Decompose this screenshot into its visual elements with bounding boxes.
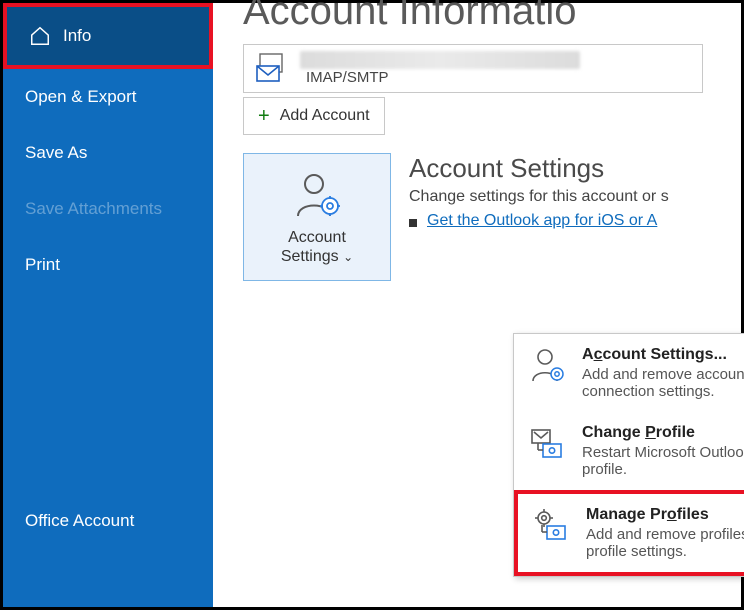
account-settings-dropdown: Account Settings... Add and remove accou… xyxy=(513,333,744,577)
settings-btn-text: Account Settings ⌄ xyxy=(281,228,353,266)
person-gear-icon xyxy=(528,346,568,386)
gear-profile-icon xyxy=(532,506,572,546)
sidebar-label: Info xyxy=(63,26,91,46)
sidebar-label: Print xyxy=(25,255,60,275)
account-selector[interactable]: IMAP/SMTP xyxy=(243,44,703,93)
sidebar-item-open-export[interactable]: Open & Export xyxy=(3,69,213,125)
page-title: Account Informatio xyxy=(243,0,741,34)
outlook-app-link[interactable]: Get the Outlook app for iOS or A xyxy=(427,212,657,230)
account-email-blurred xyxy=(300,51,580,69)
bullet-icon xyxy=(409,219,417,227)
dd-text: Manage Profiles Add and remove profiles … xyxy=(586,506,744,560)
sidebar-item-info[interactable]: Info xyxy=(3,3,213,69)
sidebar-label: Save As xyxy=(25,143,87,163)
add-account-label: Add Account xyxy=(280,107,370,125)
dd-change-profile[interactable]: Change Profile Restart Microsoft Outlook… xyxy=(514,412,744,490)
main-panel: Account Informatio IMAP/SMTP + Add Accou… xyxy=(213,3,741,607)
person-gear-icon xyxy=(290,168,344,222)
sidebar-item-save-attachments: Save Attachments xyxy=(3,181,213,237)
dd-manage-profiles[interactable]: Manage Profiles Add and remove profiles … xyxy=(514,490,744,576)
settings-desc: Change settings for this account or s xyxy=(409,188,669,206)
dd-text: Account Settings... Add and remove accou… xyxy=(582,346,744,400)
account-settings-button[interactable]: Account Settings ⌄ xyxy=(243,153,391,281)
folder-profile-icon xyxy=(528,424,568,464)
sidebar-label: Save Attachments xyxy=(25,199,162,219)
add-account-button[interactable]: + Add Account xyxy=(243,97,385,135)
home-icon xyxy=(29,25,51,47)
mail-account-icon xyxy=(256,52,290,86)
chevron-down-icon: ⌄ xyxy=(343,250,353,264)
sidebar-item-print[interactable]: Print xyxy=(3,237,213,293)
sidebar-label: Open & Export xyxy=(25,87,137,107)
sidebar-label: Office Account xyxy=(25,511,134,531)
dd-text: Change Profile Restart Microsoft Outlook… xyxy=(582,424,744,478)
backstage-sidebar: Info Open & Export Save As Save Attachme… xyxy=(3,3,213,607)
plus-icon: + xyxy=(258,106,270,126)
settings-description: Account Settings Change settings for thi… xyxy=(409,153,669,230)
account-type: IMAP/SMTP xyxy=(306,69,580,86)
dd-account-settings[interactable]: Account Settings... Add and remove accou… xyxy=(514,334,744,412)
settings-heading: Account Settings xyxy=(409,153,669,184)
sidebar-item-save-as[interactable]: Save As xyxy=(3,125,213,181)
sidebar-item-office-account[interactable]: Office Account xyxy=(3,493,213,549)
